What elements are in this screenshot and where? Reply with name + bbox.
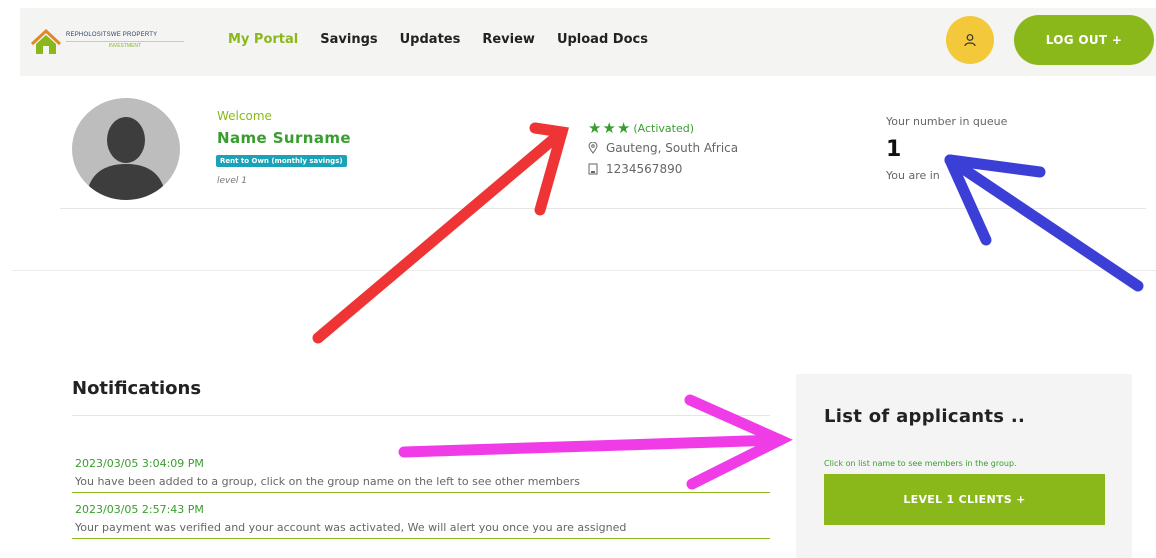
notification-item: 2023/03/05 3:04:09 PM You have been adde… — [72, 457, 770, 493]
queue-label: Your number in queue — [886, 115, 1008, 128]
plan-badge: Rent to Own (monthly savings) — [216, 155, 347, 167]
navbar: REPHOLOSITSWE PROPERTY INVESTMENT My Por… — [20, 8, 1156, 76]
logo-text-secondary: INVESTMENT — [66, 41, 184, 49]
notification-message: You have been added to a group, click on… — [75, 475, 580, 488]
queue-number: 1 — [886, 137, 902, 162]
star-rating: ★★★ — [588, 119, 632, 137]
applicants-hint: Click on list name to see members in the… — [824, 459, 1017, 468]
user-icon — [964, 34, 976, 47]
notification-time: 2023/03/05 2:57:43 PM — [75, 503, 204, 516]
nav-upload-docs[interactable]: Upload Docs — [557, 32, 648, 47]
user-level: level 1 — [217, 176, 247, 186]
blue-arrow-icon — [944, 154, 1144, 292]
default-avatar-icon — [86, 117, 166, 200]
activation-status: (Activated) — [633, 121, 694, 135]
applicants-title: List of applicants .. — [824, 406, 1026, 427]
avatar — [72, 98, 180, 200]
location-row: Gauteng, South Africa — [588, 141, 738, 155]
user-name: Name Surname — [217, 129, 351, 147]
notification-time: 2023/03/05 3:04:09 PM — [75, 457, 204, 470]
main-nav: My Portal Savings Updates Review Upload … — [228, 32, 648, 47]
applicants-panel: List of applicants .. Click on list name… — [796, 374, 1132, 558]
nav-my-portal[interactable]: My Portal — [228, 32, 298, 47]
queue-subtext: You are in — [886, 169, 940, 182]
phone-row: 1234567890 — [588, 162, 682, 176]
logo-text-primary: REPHOLOSITSWE PROPERTY — [66, 32, 158, 38]
profile-divider — [60, 208, 1146, 209]
location-text: Gauteng, South Africa — [606, 141, 739, 155]
user-profile-button[interactable] — [946, 16, 994, 64]
red-arrow-icon — [312, 122, 569, 344]
nav-savings[interactable]: Savings — [320, 32, 377, 47]
section-divider — [12, 270, 1156, 271]
notifications-title: Notifications — [72, 378, 202, 399]
notifications-divider — [72, 415, 770, 416]
phone-text: 1234567890 — [606, 162, 683, 176]
map-pin-icon — [588, 142, 598, 154]
welcome-text: Welcome — [217, 109, 272, 123]
logout-button[interactable]: LOG OUT + — [1014, 15, 1154, 65]
level-1-clients-button[interactable]: LEVEL 1 CLIENTS + — [824, 474, 1105, 525]
notification-message: Your payment was verified and your accou… — [75, 521, 627, 534]
brand-logo[interactable]: REPHOLOSITSWE PROPERTY INVESTMENT — [30, 22, 192, 62]
rating-row: ★★★ (Activated) — [588, 119, 694, 137]
house-logo-icon — [30, 28, 62, 54]
notification-item: 2023/03/05 2:57:43 PM Your payment was v… — [72, 503, 770, 539]
nav-review[interactable]: Review — [482, 32, 535, 47]
phone-icon — [588, 163, 598, 175]
nav-updates[interactable]: Updates — [400, 32, 461, 47]
